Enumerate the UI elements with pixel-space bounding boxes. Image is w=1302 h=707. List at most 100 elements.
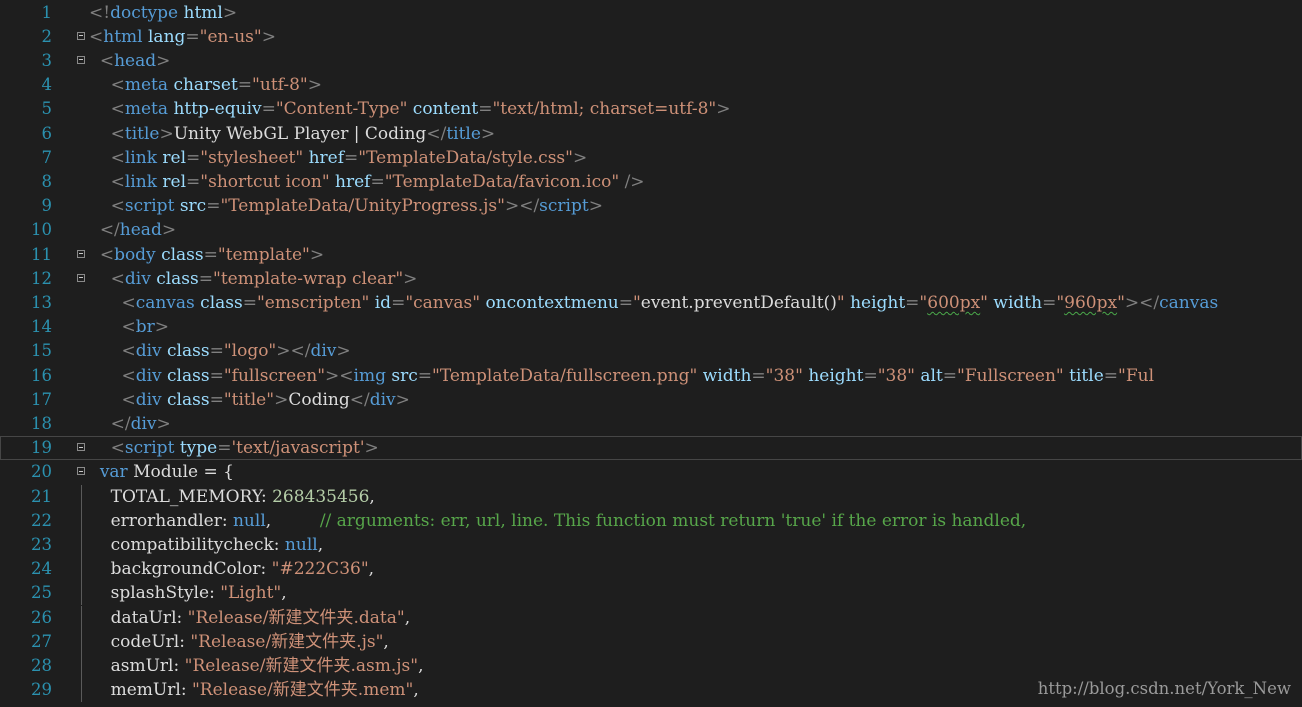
collapse-icon[interactable] bbox=[77, 443, 85, 452]
fold-guide-line bbox=[81, 581, 82, 606]
code-punctuation: > bbox=[261, 26, 276, 47]
code-line[interactable]: 7 <link rel="stylesheet" href="TemplateD… bbox=[0, 146, 1302, 170]
fold-guide-line bbox=[81, 653, 82, 679]
code-text: , bbox=[404, 607, 411, 628]
code-line[interactable]: 23 compatibilitycheck: null, bbox=[0, 532, 1302, 558]
code-tag-name: div bbox=[135, 389, 162, 410]
code-string: "Release/新建文件夹.js" bbox=[190, 631, 384, 652]
code-attribute: oncontextmenu bbox=[485, 292, 619, 313]
code-attribute: http-equiv bbox=[173, 99, 262, 120]
code-content: <script src="TemplateData/UnityProgress.… bbox=[89, 194, 603, 218]
code-attribute: id bbox=[374, 292, 392, 313]
code-attribute: charset bbox=[173, 75, 238, 96]
code-string: "Fullscreen" bbox=[957, 365, 1064, 386]
code-string: " bbox=[1117, 292, 1125, 313]
code-punctuation: = bbox=[185, 26, 200, 47]
code-line[interactable]: 4 <meta charset="utf-8"> bbox=[0, 73, 1302, 97]
code-attribute: src bbox=[179, 196, 207, 217]
code-punctuation: = bbox=[370, 171, 385, 192]
code-editor[interactable]: 1 <!doctype html> 2 <html lang="en-us"> 3 <h… bbox=[0, 0, 1302, 707]
code-line[interactable]: 6 <title>Unity WebGL Player | Coding</ti… bbox=[0, 122, 1302, 146]
line-number: 8 bbox=[41, 171, 53, 191]
code-line[interactable]: 9 <script src="TemplateData/UnityProgres… bbox=[0, 194, 1302, 218]
code-tag-name: link bbox=[124, 147, 157, 168]
code-punctuation: = bbox=[905, 292, 920, 313]
code-punctuation: < bbox=[121, 292, 136, 313]
code-text: , bbox=[413, 680, 419, 701]
code-content: <br> bbox=[89, 315, 169, 339]
code-string-warning: 600px bbox=[927, 292, 981, 313]
code-text: : bbox=[273, 534, 285, 555]
code-line[interactable]: 2 <html lang="en-us"> bbox=[0, 25, 1302, 49]
code-string: "38" bbox=[765, 365, 803, 386]
code-line[interactable]: 14 <br> bbox=[0, 315, 1302, 339]
code-punctuation: = bbox=[186, 147, 201, 168]
code-line[interactable]: 12 <div class="template-wrap clear"> bbox=[0, 267, 1302, 291]
code-string: "TemplateData/style.css" bbox=[358, 147, 573, 168]
code-string: "text/html; charset=utf-8" bbox=[492, 99, 717, 120]
code-line[interactable]: 18 </div> bbox=[0, 412, 1302, 436]
code-line[interactable]: 15 <div class="logo"></div> bbox=[0, 339, 1302, 363]
code-attribute: width bbox=[702, 365, 752, 386]
code-string: " bbox=[980, 292, 988, 313]
code-property: errorhandler bbox=[110, 510, 222, 531]
code-punctuation: > bbox=[403, 268, 418, 289]
code-punctuation: = bbox=[391, 292, 406, 313]
code-line[interactable]: 10 </head> bbox=[0, 218, 1302, 242]
code-property: codeUrl bbox=[110, 631, 180, 652]
code-line[interactable]: 8 <link rel="shortcut icon" href="Templa… bbox=[0, 170, 1302, 194]
code-tag-name: div bbox=[369, 389, 396, 410]
code-punctuation: < bbox=[121, 365, 136, 386]
code-line[interactable]: 3 <head> bbox=[0, 49, 1302, 73]
line-number: 13 bbox=[31, 292, 52, 312]
code-string: "Release/新建文件夹.mem" bbox=[191, 680, 414, 701]
code-punctuation: = bbox=[209, 365, 224, 386]
code-line[interactable]: 21 TOTAL_MEMORY: 268435456, bbox=[0, 484, 1302, 509]
code-string: "en-us" bbox=[199, 26, 262, 47]
code-punctuation: = bbox=[1042, 292, 1057, 313]
code-line[interactable]: 13 <canvas class="emscripten" id="canvas… bbox=[0, 291, 1302, 315]
collapse-icon[interactable] bbox=[77, 467, 85, 476]
code-line[interactable]: 17 <div class="title">Coding</div> bbox=[0, 388, 1302, 412]
collapse-icon[interactable] bbox=[77, 273, 85, 282]
collapse-icon[interactable] bbox=[77, 55, 85, 64]
code-line[interactable]: 19 <script type='text/javascript'> bbox=[0, 436, 1302, 461]
line-number: 25 bbox=[31, 583, 52, 603]
code-line[interactable]: 22 errorhandler: null, // arguments: err… bbox=[0, 508, 1302, 533]
code-line[interactable]: 28 asmUrl: "Release/新建文件夹.asm.js", bbox=[0, 653, 1302, 679]
code-punctuation: < bbox=[110, 123, 125, 144]
code-punctuation: < bbox=[110, 99, 125, 120]
code-line[interactable]: 16 <div class="fullscreen"><img src="Tem… bbox=[0, 364, 1302, 388]
collapse-icon[interactable] bbox=[77, 31, 85, 40]
code-tag-name: br bbox=[135, 317, 155, 338]
code-line[interactable]: 25 splashStyle: "Light", bbox=[0, 581, 1302, 606]
code-text: , bbox=[418, 655, 424, 676]
code-punctuation: > bbox=[154, 317, 169, 338]
code-punctuation: = bbox=[942, 365, 958, 386]
code-line[interactable]: 11 <body class="template"> bbox=[0, 243, 1302, 267]
code-content: codeUrl: "Release/新建文件夹.js", bbox=[89, 630, 389, 654]
line-number: 2 bbox=[41, 26, 53, 46]
code-punctuation: </ bbox=[99, 220, 120, 241]
code-line[interactable]: 20 var Module = { bbox=[0, 460, 1302, 484]
code-punctuation: < bbox=[121, 317, 136, 338]
line-number: 1 bbox=[41, 2, 53, 22]
code-line[interactable]: 26 dataUrl: "Release/新建文件夹.data", bbox=[0, 605, 1302, 630]
line-number: 28 bbox=[31, 655, 52, 675]
code-line[interactable]: 24 backgroundColor: "#222C36", bbox=[0, 557, 1302, 582]
code-content: <canvas class="emscripten" id="canvas" o… bbox=[89, 291, 1218, 315]
code-line[interactable]: 5 <meta http-equiv="Content-Type" conten… bbox=[0, 97, 1302, 121]
code-string: "template" bbox=[217, 244, 310, 265]
collapse-icon[interactable] bbox=[77, 249, 85, 258]
code-line[interactable]: 27 codeUrl: "Release/新建文件夹.js", bbox=[0, 629, 1302, 654]
code-string: "TemplateData/fullscreen.png" bbox=[432, 365, 698, 386]
code-tag-name: img bbox=[353, 365, 386, 386]
code-string-warning: 960px bbox=[1064, 292, 1118, 313]
code-content: </head> bbox=[89, 218, 176, 242]
code-punctuation: ></ bbox=[504, 196, 540, 217]
line-number: 11 bbox=[31, 244, 52, 264]
code-line[interactable]: 1 <!doctype html> bbox=[0, 1, 1302, 25]
